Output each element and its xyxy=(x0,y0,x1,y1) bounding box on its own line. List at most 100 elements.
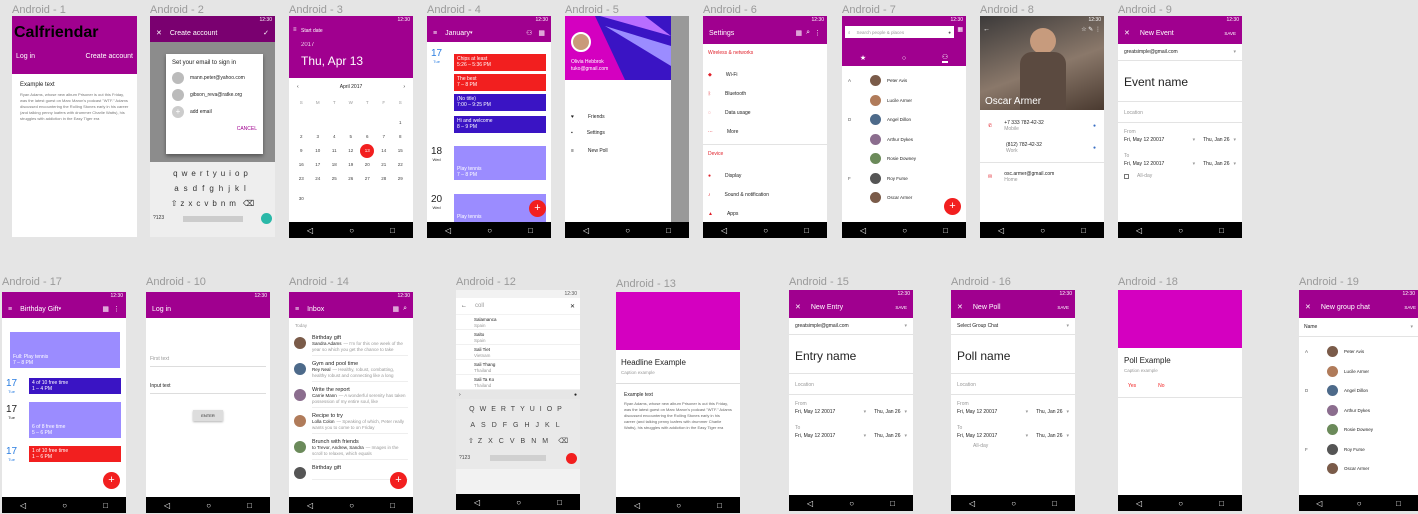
back-arrow-icon[interactable]: ← xyxy=(461,303,467,309)
calendar-icon[interactable]: ▦ xyxy=(392,305,399,313)
menu-icon[interactable]: ≡ xyxy=(8,306,12,313)
event-name-input[interactable]: Event name xyxy=(1124,75,1236,89)
close-icon[interactable]: ✕ xyxy=(957,303,963,311)
message-icon[interactable]: ● xyxy=(1093,145,1096,151)
event-card[interactable]: 1 of 10 free time 1 – 6 PM xyxy=(29,446,121,462)
search-result[interactable]: Salamanca Spain xyxy=(456,315,580,330)
save-button[interactable]: SAVE xyxy=(895,305,907,310)
settings-item-more[interactable]: ⋯ More xyxy=(708,122,822,141)
back-icon[interactable]: ◁ xyxy=(583,226,589,235)
home-icon[interactable]: ○ xyxy=(1011,499,1016,508)
recents-icon[interactable]: □ xyxy=(1396,499,1401,508)
more-icon[interactable]: ⋮ xyxy=(1095,27,1101,33)
settings-item-data[interactable]: ◌ Data usage xyxy=(708,103,822,122)
add-contact-button[interactable]: + xyxy=(944,198,961,215)
calendar-day[interactable]: 8 xyxy=(392,130,409,144)
location-input[interactable]: Location xyxy=(795,382,907,388)
add-event-button[interactable]: + xyxy=(103,472,120,489)
cancel-button[interactable]: CANCEL xyxy=(172,126,257,132)
back-icon[interactable]: ◁ xyxy=(969,499,975,508)
all-day-checkbox[interactable]: All-day xyxy=(1124,173,1236,179)
backspace-icon[interactable]: ⌫ xyxy=(243,196,254,211)
settings-item-apps[interactable]: ▲ Apps xyxy=(708,204,822,223)
calendar-day[interactable]: 17 xyxy=(310,158,327,172)
back-icon[interactable]: ◁ xyxy=(445,226,451,235)
home-icon[interactable]: ○ xyxy=(516,498,521,507)
edit-icon[interactable]: ✎ xyxy=(1088,27,1093,33)
contact-row[interactable]: D Angel Dillon xyxy=(1299,381,1418,401)
from-day-select[interactable]: Thu, Jan 26 xyxy=(1036,409,1062,415)
close-icon[interactable]: ✕ xyxy=(795,303,801,311)
home-icon[interactable]: ○ xyxy=(349,501,354,510)
calendar-day[interactable]: 10 xyxy=(310,144,327,158)
back-icon[interactable]: ◁ xyxy=(474,498,480,507)
create-account-tab[interactable]: Create account xyxy=(86,53,133,60)
calendar-day[interactable]: 11 xyxy=(326,144,343,158)
calendar-day[interactable]: 6 xyxy=(359,130,376,144)
calendar-day[interactable]: 1 xyxy=(392,116,409,130)
backspace-icon[interactable]: ⌫ xyxy=(558,434,568,450)
search-result[interactable]: Sali Tiet Vietnam xyxy=(456,345,580,360)
message-icon[interactable]: ● xyxy=(1093,123,1096,129)
year[interactable]: 2017 xyxy=(301,42,314,48)
calendar-day[interactable]: 21 xyxy=(376,158,393,172)
keyboard[interactable]: QWERTYUIOP ASDFGHJKL ⇧ ZXCVBNM ⌫ ?123 xyxy=(456,399,580,469)
location-input[interactable]: Location xyxy=(1124,110,1236,116)
calendar-day[interactable]: 5 xyxy=(343,130,360,144)
recents-icon[interactable]: □ xyxy=(390,226,395,235)
back-icon[interactable]: ◁ xyxy=(1136,226,1142,235)
account-select[interactable]: greatsimple@gmail.com ▾ xyxy=(1124,44,1236,60)
email-row[interactable]: ✉ osc.armer@gmail.com Home xyxy=(988,171,1096,183)
back-icon[interactable]: ◁ xyxy=(1136,499,1142,508)
close-icon[interactable]: ✕ xyxy=(1305,303,1311,311)
symbols-key[interactable]: ?123 xyxy=(153,211,164,226)
calendar-day[interactable]: 14 xyxy=(376,144,393,158)
chevron-right-icon[interactable]: › xyxy=(459,392,461,398)
menu-icon[interactable]: ≡ xyxy=(293,27,297,33)
add-email-row[interactable]: + add email xyxy=(172,106,257,118)
contact-row[interactable]: Rosie Downey xyxy=(1299,420,1418,440)
login-tab[interactable]: Log in xyxy=(16,53,35,60)
calendar-day[interactable]: 20 xyxy=(359,158,376,172)
search-input[interactable]: coll xyxy=(475,303,570,309)
drawer-item-settings[interactable]: ▪ Settings xyxy=(571,130,605,136)
first-text-field[interactable]: First text xyxy=(150,356,266,367)
calendar-day[interactable]: 24 xyxy=(310,172,327,186)
drawer-item-new-poll[interactable]: ≡ New Poll xyxy=(571,148,608,154)
event-card[interactable]: 6 of 8 free time 5 – 6 PM xyxy=(29,402,121,438)
home-icon[interactable]: ○ xyxy=(1178,226,1183,235)
calendar-day[interactable]: 3 xyxy=(310,130,327,144)
contact-row[interactable]: Lucile Armer xyxy=(1299,362,1418,382)
home-icon[interactable]: ○ xyxy=(902,226,907,235)
close-icon[interactable]: ✕ xyxy=(156,29,162,37)
group-chat-select[interactable]: Select Group Chat ▾ xyxy=(957,318,1069,334)
calendar-day[interactable]: 29 xyxy=(392,172,409,186)
event-card[interactable]: Play tennis 7 – 8 PM xyxy=(454,146,546,180)
check-icon[interactable]: ✓ xyxy=(263,29,269,37)
settings-item-sound[interactable]: ♪ Sound & notification xyxy=(708,185,822,204)
home-icon[interactable]: ○ xyxy=(1357,499,1362,508)
to-day-select[interactable]: Thu, Jan 26 xyxy=(874,433,900,439)
month-dropdown[interactable]: January xyxy=(445,30,470,37)
yes-button[interactable]: Yes xyxy=(1128,383,1136,389)
calendar-icon[interactable]: ▦ xyxy=(795,29,802,37)
home-icon[interactable]: ○ xyxy=(349,226,354,235)
more-icon[interactable]: ⋮ xyxy=(814,29,821,37)
calendar-day[interactable]: 22 xyxy=(392,158,409,172)
contact-row[interactable]: A Peter Avis xyxy=(1299,342,1418,362)
event-card[interactable]: Full: Play tennis 7 – 8 PM xyxy=(10,332,120,368)
mail-item[interactable]: Birthday gift Sandra Adams — I'm for this … xyxy=(289,333,413,359)
recents-icon[interactable]: □ xyxy=(666,226,671,235)
recents-icon[interactable]: □ xyxy=(1219,499,1224,508)
recents-icon[interactable]: □ xyxy=(247,501,252,510)
back-icon[interactable]: ◁ xyxy=(307,501,313,510)
mic-icon[interactable]: ● xyxy=(948,30,951,35)
contact-row[interactable]: D Angel Dillon xyxy=(842,110,966,130)
name-input[interactable]: Name ▾ xyxy=(1299,318,1418,336)
recents-icon[interactable]: □ xyxy=(890,499,895,508)
calendar-day[interactable]: 7 xyxy=(376,130,393,144)
clear-icon[interactable]: ✕ xyxy=(570,303,575,310)
calendar-day[interactable]: 30 xyxy=(293,192,310,206)
contact-row[interactable]: Oscar Armer xyxy=(1299,459,1418,479)
recents-icon[interactable]: □ xyxy=(717,501,722,510)
